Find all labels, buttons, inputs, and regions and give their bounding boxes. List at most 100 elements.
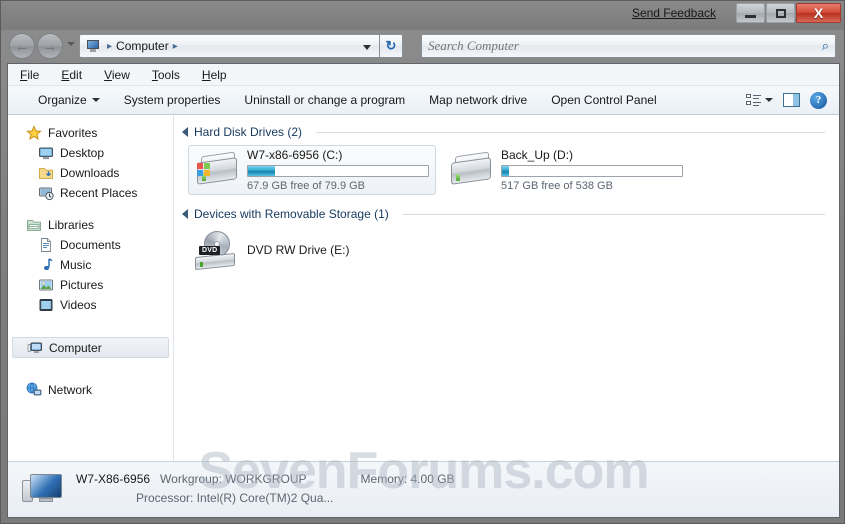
sidebar-item-network[interactable]: Network [8,380,173,400]
sidebar-item-pictures-label: Pictures [60,278,104,292]
group-header-hard-disk-drives[interactable]: Hard Disk Drives (2) [182,123,839,141]
system-properties-label: System properties [123,93,221,107]
explorer-body: Favorites Desktop Downloads Recent Place… [8,115,839,464]
window-controls: X [736,3,841,23]
sidebar-item-downloads[interactable]: Downloads [8,163,173,183]
sidebar-item-computer[interactable]: Computer [12,337,169,358]
group-title-removable-storage: Devices with Removable Storage (1) [194,207,389,221]
sidebar-group-libraries-label: Libraries [48,218,95,232]
drive-tile-e[interactable]: DVD DVD RW Drive (E:) [188,227,436,275]
sidebar-item-music[interactable]: Music [8,255,173,275]
status-computer-name: W7-X86-6956 [76,472,151,486]
sidebar-group-favorites[interactable]: Favorites [8,123,173,143]
show-preview-pane-button[interactable] [783,93,800,107]
computer-icon [27,340,43,356]
sidebar-item-documents[interactable]: Documents [8,235,173,255]
hard-drive-icon [449,151,493,189]
sidebar-item-downloads-label: Downloads [60,166,120,180]
drive-tile-c[interactable]: W7-x86-6956 (C:) 67.9 GB free of 79.9 GB [188,145,436,195]
search-box[interactable]: ⌕ [421,34,836,58]
breadcrumb-computer[interactable]: Computer [116,39,169,53]
sidebar-item-documents-label: Documents [60,238,121,252]
map-network-drive-label: Map network drive [429,93,528,107]
forward-arrow-icon: → [42,37,58,55]
minimize-button[interactable] [736,3,765,23]
uninstall-program-label: Uninstall or change a program [244,93,406,107]
search-input[interactable] [428,38,822,54]
maximize-button[interactable] [766,3,795,23]
menu-file[interactable]: File [20,68,39,82]
sidebar-item-pictures[interactable]: Pictures [8,275,173,295]
change-view-button[interactable] [746,93,773,107]
sidebar-group-libraries[interactable]: Libraries [8,215,173,235]
capacity-bar-fill-d [502,166,510,176]
close-button[interactable]: X [796,3,841,23]
menu-view[interactable]: View [104,68,130,82]
sidebar-item-desktop[interactable]: Desktop [8,143,173,163]
back-button[interactable]: ← [9,33,35,59]
drive-tile-d[interactable]: Back_Up (D:) 517 GB free of 538 GB [442,145,690,195]
recent-places-icon [38,185,54,201]
menu-tools[interactable]: Tools [152,68,180,82]
sidebar-item-music-label: Music [60,258,92,272]
system-properties-button[interactable]: System properties [112,89,233,111]
preview-pane-icon [783,93,800,107]
menu-help[interactable]: Help [202,68,227,82]
map-network-drive-button[interactable]: Map network drive [417,89,539,111]
open-control-panel-button[interactable]: Open Control Panel [539,89,668,111]
organize-label: Organize [38,93,87,107]
refresh-button[interactable]: ↻ [379,34,403,58]
dvd-drive-icon: DVD [195,231,239,271]
chevron-down-icon[interactable] [363,45,371,50]
sidebar-item-recent-places-label: Recent Places [60,186,138,200]
documents-icon [38,237,54,253]
group-header-removable-storage[interactable]: Devices with Removable Storage (1) [182,205,839,223]
status-line-1: W7-X86-6956 Workgroup: WORKGROUP Memory:… [76,472,455,486]
sidebar-item-videos[interactable]: Videos [8,295,173,315]
open-control-panel-label: Open Control Panel [551,93,657,107]
address-bar[interactable]: ▸ Computer ▸ [79,34,379,58]
sidebar-item-recent-places[interactable]: Recent Places [8,183,173,203]
drive-info-e: DVD RW Drive (E:) [247,243,429,260]
menu-edit[interactable]: Edit [61,68,82,82]
windows-logo-icon [197,163,212,178]
computer-icon [84,39,100,53]
send-feedback-link[interactable]: Send Feedback [632,6,716,20]
toolbar-right-group: ? [746,91,839,109]
maximize-icon [775,8,786,18]
breadcrumb-separator-icon: ▸ [107,40,113,52]
search-icon[interactable]: ⌕ [822,38,829,54]
sidebar-item-videos-label: Videos [60,298,97,312]
uninstall-program-button[interactable]: Uninstall or change a program [232,89,417,111]
music-icon [38,257,54,273]
organize-button[interactable]: Organize [26,89,112,111]
drive-tile-row: W7-x86-6956 (C:) 67.9 GB free of 79.9 GB [188,145,839,195]
command-toolbar: Organize System properties Uninstall or … [8,86,839,115]
drive-name-d: Back_Up (D:) [501,148,574,162]
status-line-2: Processor: Intel(R) Core(TM)2 Qua... [76,489,455,507]
status-workgroup: Workgroup: WORKGROUP [160,472,307,486]
capacity-bar-fill-c [248,166,275,176]
file-list-pane[interactable]: Hard Disk Drives (2) W7-x86-6956 (C:) 67… [174,115,839,464]
status-processor: Processor: Intel(R) Core(TM)2 Qua... [136,491,334,505]
help-button[interactable]: ? [810,91,827,109]
back-arrow-icon: ← [14,37,30,55]
status-bar: W7-X86-6956 Workgroup: WORKGROUP Memory:… [8,461,839,517]
explorer-window: Send Feedback X ← → ▸ Computer ▸ ↻ Searc… [0,0,845,524]
status-memory: Memory: 4.00 GB [360,472,455,486]
chevron-down-icon [765,98,773,102]
collapse-triangle-icon[interactable] [182,127,188,137]
group-divider [316,131,825,133]
drive-name-e: DVD RW Drive (E:) [247,242,350,257]
group-title-hard-disk-drives: Hard Disk Drives (2) [194,125,303,139]
history-dropdown-icon[interactable] [67,42,75,46]
forward-button[interactable]: → [37,33,63,59]
collapse-triangle-icon[interactable] [182,209,188,219]
breadcrumb-separator-icon-2[interactable]: ▸ [173,41,178,52]
star-icon [26,125,42,141]
drive-info-d: Back_Up (D:) 517 GB free of 538 GB [501,148,683,192]
menu-bar: File Edit View Tools Help [8,64,839,86]
